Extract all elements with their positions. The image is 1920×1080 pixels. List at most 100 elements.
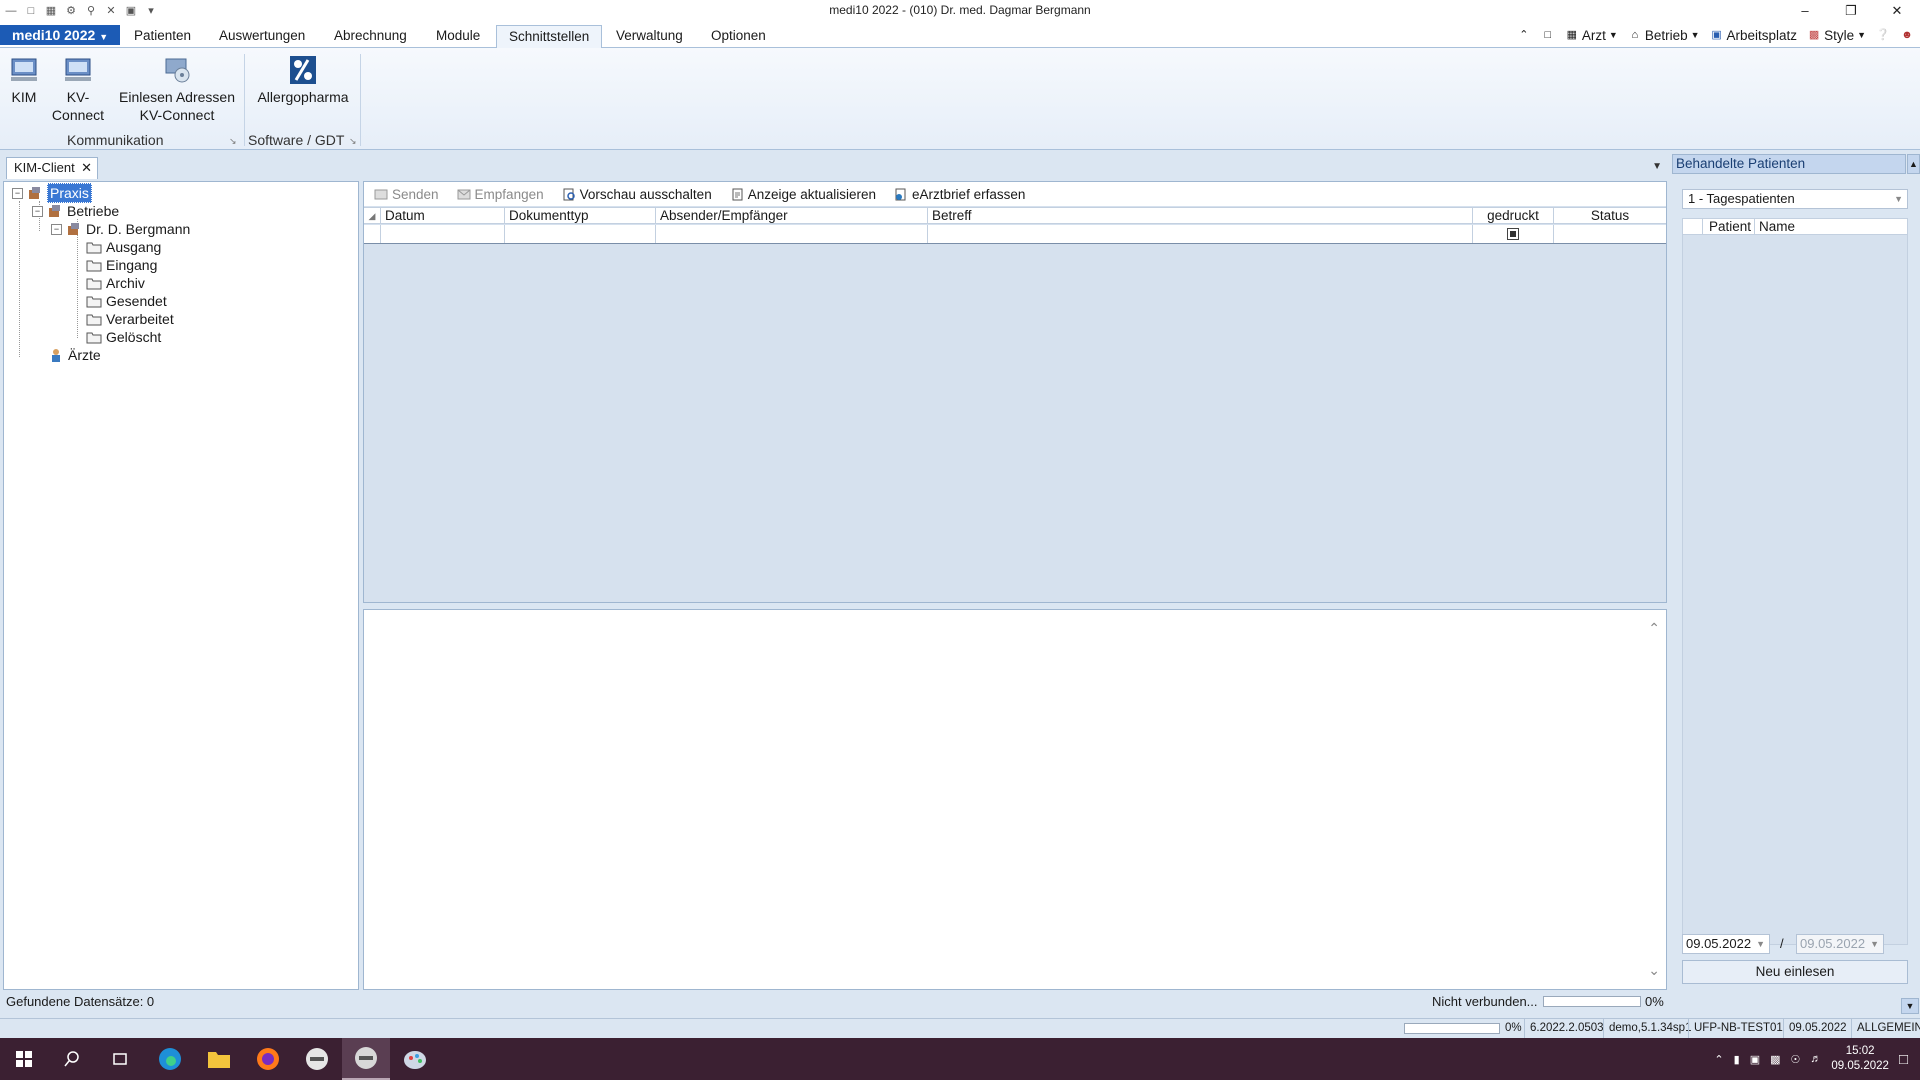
gedruckt-checkbox[interactable] [1507, 228, 1519, 240]
empfangen-button[interactable]: Empfangen [457, 187, 544, 202]
cell-gedruckt[interactable] [1473, 225, 1554, 243]
tab-list-dropdown-icon[interactable]: ▼ [1652, 161, 1662, 172]
col-name[interactable]: Name [1759, 219, 1795, 234]
col-status[interactable]: Status [1554, 208, 1666, 224]
dialog-launcher-icon[interactable]: ↘ [349, 136, 357, 147]
customize-qat-icon[interactable]: ▾ [144, 4, 158, 18]
neu-einlesen-button[interactable]: Neu einlesen [1682, 960, 1908, 984]
restore-button[interactable]: ❐ [1828, 0, 1874, 22]
power-icon[interactable]: ▣ [1750, 1053, 1760, 1066]
search-icon[interactable]: ⚲ [84, 4, 98, 18]
collapse-icon[interactable]: − [51, 223, 62, 235]
collapse-icon[interactable]: − [12, 187, 23, 199]
display-icon[interactable]: ▩ [1770, 1053, 1780, 1066]
tree-node-aerzte[interactable]: Ärzte [48, 346, 101, 364]
col-datum[interactable]: Datum [381, 208, 505, 224]
mode-label: ALLGEMEIN [1851, 1019, 1920, 1038]
betrieb-menu[interactable]: ⌂ Betrieb ▼ [1628, 28, 1699, 43]
help-icon[interactable]: ❔ [1876, 28, 1890, 42]
settings-icon[interactable]: ⚙ [64, 4, 78, 18]
tree-node-doctor[interactable]: − Dr. D. Bergmann [51, 220, 190, 238]
start-button[interactable] [0, 1038, 48, 1080]
tree-node-geloescht[interactable]: Gelöscht [86, 328, 161, 346]
tab-optionen[interactable]: Optionen [699, 25, 778, 48]
tab-auswertungen[interactable]: Auswertungen [207, 25, 317, 48]
tree-node-betriebe[interactable]: − Betriebe [32, 202, 119, 220]
tree-node-ausgang[interactable]: Ausgang [86, 238, 161, 256]
file-explorer-button[interactable] [195, 1038, 243, 1080]
cell-status[interactable] [1554, 225, 1666, 243]
network-icon[interactable]: ☉ [1791, 1053, 1801, 1066]
collapse-icon[interactable]: − [32, 205, 43, 217]
allergopharma-button[interactable]: Allergopharma [252, 56, 354, 106]
system-menu-icon[interactable]: — [4, 4, 18, 18]
anzeige-aktualisieren-button[interactable]: Anzeige aktualisieren [730, 187, 876, 202]
window-layout-icon[interactable]: □ [1541, 28, 1555, 42]
col-betreff[interactable]: Betreff [928, 208, 1473, 224]
panel-collapse-icon[interactable]: ▲ [1907, 154, 1920, 174]
tray-overflow-icon[interactable]: ⌃ [1714, 1053, 1723, 1066]
table-row[interactable] [364, 225, 1666, 244]
arbeitsplatz-button[interactable]: ▣ Arbeitsplatz [1710, 28, 1797, 43]
cell-dokumenttyp[interactable] [505, 225, 656, 243]
arzt-menu[interactable]: ▦ Arzt ▼ [1565, 28, 1618, 43]
minimize-button[interactable]: – [1782, 0, 1828, 22]
tab-patienten[interactable]: Patienten [122, 25, 203, 48]
tab-verwaltung[interactable]: Verwaltung [604, 25, 695, 48]
task-view-button[interactable] [96, 1038, 144, 1080]
folder-icon [86, 332, 102, 344]
edge-button[interactable] [146, 1038, 194, 1080]
scroll-down-icon[interactable]: ⌄ [1648, 962, 1660, 979]
notifications-icon[interactable]: □ [1899, 1051, 1908, 1068]
tab-kim-client[interactable]: KIM-Client ✕ [6, 157, 98, 179]
battery-icon[interactable]: ▮ [1734, 1053, 1740, 1066]
tab-abrechnung[interactable]: Abrechnung [322, 25, 419, 48]
dialog-launcher-icon[interactable]: ↘ [229, 136, 237, 147]
col-gedruckt[interactable]: gedruckt [1473, 208, 1554, 224]
taskbar-search-button[interactable] [48, 1038, 96, 1080]
user-icon[interactable]: ☻ [1900, 28, 1914, 42]
tree-node-praxis[interactable]: − Praxis [12, 183, 92, 203]
medi10-active-button[interactable] [342, 1038, 390, 1080]
paint-button[interactable] [391, 1038, 439, 1080]
earztbrief-erfassen-button[interactable]: eArztbrief erfassen [894, 187, 1025, 202]
close-button[interactable]: ✕ [1874, 0, 1920, 22]
clock[interactable]: 15:02 09.05.2022 [1831, 1044, 1889, 1074]
tree-node-archiv[interactable]: Archiv [86, 274, 145, 292]
col-patient[interactable]: Patient [1703, 219, 1755, 234]
vorschau-ausschalten-button[interactable]: Vorschau ausschalten [562, 187, 712, 202]
folder-icon[interactable]: ▣ [124, 4, 138, 18]
firefox-button[interactable] [244, 1038, 292, 1080]
scroll-up-icon[interactable]: ⌃ [1648, 620, 1660, 637]
col-absender[interactable]: Absender/Empfänger [656, 208, 928, 224]
panel-expand-icon[interactable]: ▼ [1901, 998, 1919, 1014]
volume-icon[interactable]: ♬ [1810, 1053, 1821, 1065]
tree-node-gesendet[interactable]: Gesendet [86, 292, 167, 310]
patient-filter-select[interactable]: 1 - Tagespatienten ▼ [1682, 189, 1908, 209]
einlesen-adressen-button[interactable]: Einlesen Adressen KV-Connect [114, 56, 240, 124]
senden-button[interactable]: Senden [374, 187, 439, 202]
panel-title[interactable]: Behandelte Patienten [1672, 154, 1906, 174]
tree-node-verarbeitet[interactable]: Verarbeitet [86, 310, 174, 328]
tab-schnittstellen[interactable]: Schnittstellen [496, 25, 603, 48]
cell-datum[interactable] [381, 225, 505, 243]
kim-button[interactable]: KIM [6, 56, 42, 124]
cell-absender[interactable] [656, 225, 928, 243]
new-icon[interactable]: □ [24, 4, 38, 18]
col-dokumenttyp[interactable]: Dokumenttyp [505, 208, 656, 224]
tree-node-eingang[interactable]: Eingang [86, 256, 157, 274]
style-menu[interactable]: ▩ Style ▼ [1807, 28, 1866, 43]
save-icon[interactable]: ▦ [44, 4, 58, 18]
medi10-app-button[interactable] [293, 1038, 341, 1080]
close-tab-icon[interactable]: ✕ [81, 158, 92, 178]
patient-grid-body[interactable] [1682, 235, 1908, 945]
kv-connect-button[interactable]: KV- Connect [48, 56, 108, 124]
close-doc-icon[interactable]: ✕ [104, 4, 118, 18]
collapse-ribbon-icon[interactable]: ⌃ [1517, 28, 1531, 42]
date-to-field[interactable]: 09.05.2022 ▼ [1796, 934, 1884, 954]
cell-betreff[interactable] [928, 225, 1473, 243]
tab-module[interactable]: Module [424, 25, 492, 48]
app-menu-button[interactable]: medi10 2022 ▼ [0, 25, 120, 45]
preview-pane[interactable]: ⌃ ⌄ [363, 609, 1667, 990]
date-from-field[interactable]: 09.05.2022 ▼ [1682, 934, 1770, 954]
